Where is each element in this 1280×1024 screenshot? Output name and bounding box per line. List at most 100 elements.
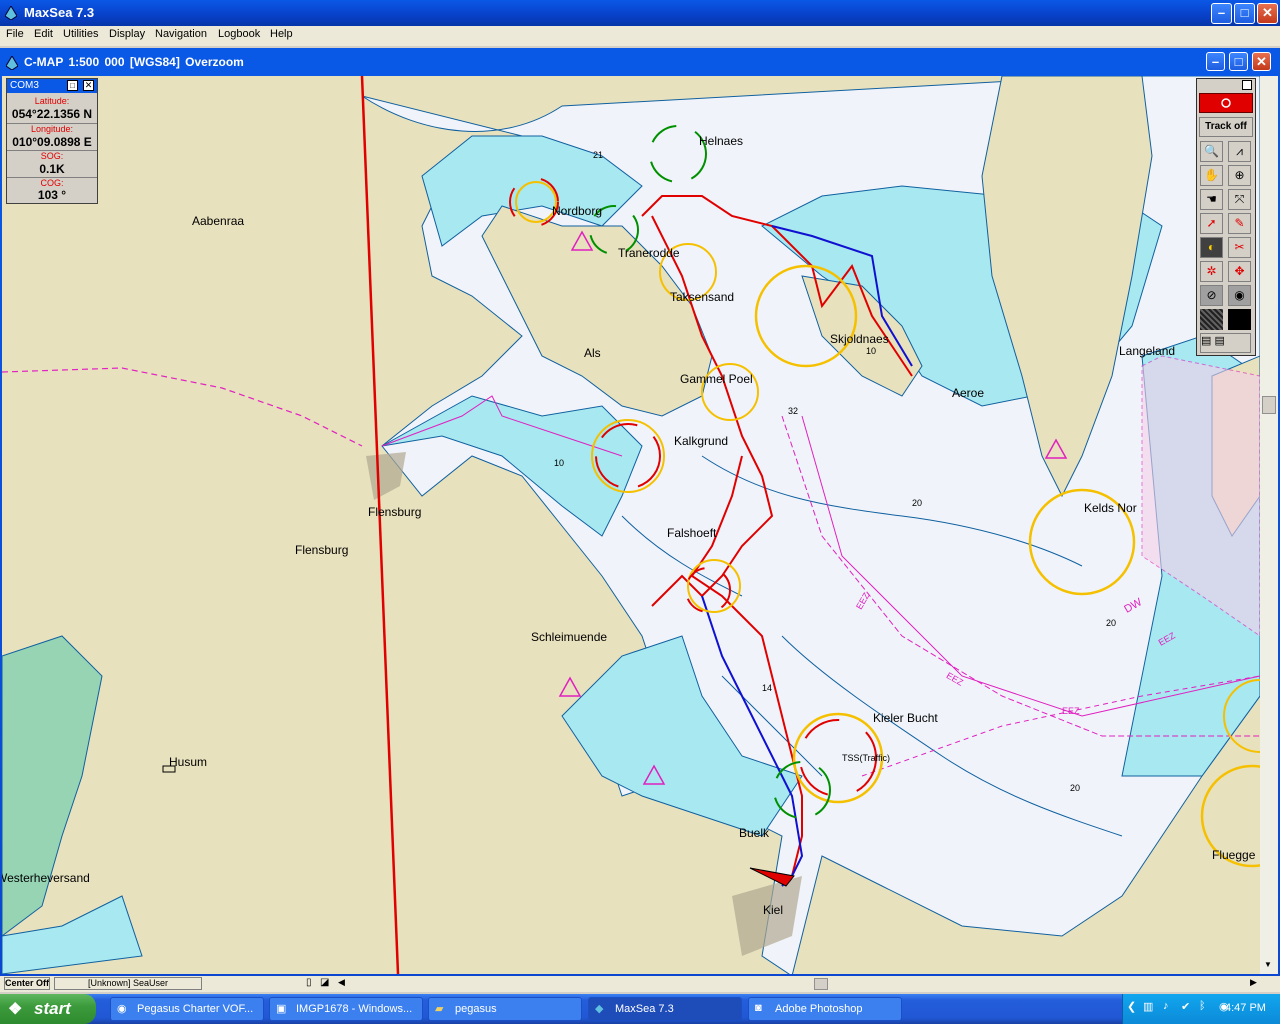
depth-20: 20 [1070,783,1081,793]
windows-logo-icon: ❖ [8,1001,23,1018]
chart-minimize-button[interactable]: – [1206,52,1225,71]
pattern-tool-button[interactable] [1200,309,1223,330]
longitude-label: Longitude: [30,124,74,134]
chart-window-icon [6,56,18,70]
compass-tool-button[interactable]: ⩘ [1228,141,1251,162]
pencil-tool-button[interactable]: ✎ [1228,213,1251,234]
chart-close-button[interactable]: ✕ [1252,52,1271,71]
vertical-scrollbar[interactable]: ▼ [1260,76,1278,974]
label-schleimuende: Schleimuende [531,630,608,644]
depth-14: 14 [762,683,773,693]
vertical-scroll-thumb[interactable] [1262,396,1276,414]
image-viewer-icon: ▣ [276,1003,287,1015]
task-pegasus-folder[interactable]: ▰ pegasus [428,997,582,1021]
gauge-tool-button[interactable]: ⊘ [1200,285,1223,306]
label-aeroe: Aeroe [952,386,985,400]
menu-display[interactable]: Display [109,28,145,40]
databox-restore-button[interactable]: □ [67,80,78,91]
network-icon[interactable]: ▥ [1143,1000,1153,1013]
databox-port: COM3 [10,80,39,91]
grab-hand-icon: ☚ [1206,192,1217,206]
layers-icon: ▤ ▤ [1201,335,1225,347]
chrome-icon: ◉ [117,1003,127,1015]
status-scroll-bar: Center Off [Unknown] SeaUser ▯ ◪ ◀ ▶ [0,976,1280,992]
start-button[interactable]: ❖ start [0,994,96,1024]
label-flensburg-port: Flensburg [368,505,422,519]
menu-help[interactable]: Help [270,28,293,40]
track-toggle-button[interactable]: Track off [1199,117,1253,137]
menu-utilities[interactable]: Utilities [63,28,98,40]
water-northsea [2,635,103,937]
clock[interactable]: 4:47 PM [1225,1002,1266,1014]
toolbar-restore-button[interactable] [1242,80,1252,90]
depth-20-mid: 20 [912,498,923,508]
horizontal-scroll-thumb[interactable] [814,978,828,990]
pencil-icon: ✎ [1234,216,1245,230]
menu-logbook[interactable]: Logbook [218,28,260,40]
center-off-button[interactable]: Center Off [4,977,50,990]
label-falshoeft: Falshoeft [667,526,717,540]
photoshop-icon: ◙ [755,1002,762,1014]
mark-tool-button[interactable]: ✲ [1200,261,1223,282]
label-tranerodde: Tranerodde [618,246,680,260]
depth-20-east: 20 [1106,618,1117,628]
task-label: pegasus [455,1003,497,1015]
databox-close-button[interactable]: ✕ [83,80,94,91]
toolbar-header[interactable] [1197,79,1255,91]
maximize-button[interactable]: □ [1234,3,1255,24]
grab-tool-button[interactable]: ☚ [1200,189,1223,210]
chart-canvas [2,76,1260,974]
layers-button[interactable]: ▤ ▤ [1200,333,1251,353]
scroll-right-arrow-icon[interactable]: ▶ [1250,977,1257,988]
expand-arrows-icon: ⤧ [1234,192,1245,206]
target-tool-button[interactable]: ◉ [1228,285,1251,306]
databox-header[interactable]: COM3 □ ✕ [7,79,97,93]
color-tool-button[interactable] [1228,309,1251,330]
app-titlebar[interactable]: MaxSea 7.3 – □ ✕ [0,0,1280,26]
volume-icon[interactable]: ♪ [1163,1000,1169,1012]
route-tool-button[interactable]: ◐ [1200,237,1223,258]
magnifier-icon: 🔍 [1204,144,1219,158]
nav-data-box[interactable]: COM3 □ ✕ Latitude: 054°22.1356 N Longitu… [6,78,98,204]
label-helnaes: Helnaes [699,134,744,148]
minimize-button[interactable]: – [1211,3,1232,24]
task-label: Pegasus Charter VOF... [137,1003,254,1015]
center-tool-button[interactable]: ⊕ [1228,165,1251,186]
pan-tool-button[interactable]: ✋ [1200,165,1223,186]
mark-icon: ✲ [1206,264,1217,278]
user-status: [Unknown] SeaUser [54,977,202,990]
chart-maximize-button[interactable]: □ [1229,52,1248,71]
hand-icon: ✋ [1204,168,1219,182]
label-kalkgrund: Kalkgrund [674,434,729,448]
fit-tool-button[interactable]: ⤧ [1228,189,1251,210]
task-label: Adobe Photoshop [775,1003,863,1015]
scroll-down-arrow-icon[interactable]: ▼ [1264,960,1272,969]
nautical-chart[interactable]: Aabenraa Helnaes Nordborg Tranerodde Tak… [2,76,1260,974]
app-title: MaxSea 7.3 [24,5,95,20]
record-button[interactable] [1199,93,1253,113]
task-maxsea[interactable]: ◆ MaxSea 7.3 [588,997,742,1021]
scroll-left-arrow-icon[interactable]: ◀ [338,977,345,988]
latitude-label: Latitude: [34,96,70,106]
bluetooth-icon[interactable]: ᛒ [1199,1000,1206,1012]
zoom-tool-button[interactable]: 🔍 [1200,141,1223,162]
select-tool-button[interactable]: ➚ [1200,213,1223,234]
tray-expand-icon[interactable]: ❮ [1127,1000,1136,1013]
menu-file[interactable]: File [6,28,24,40]
menu-edit[interactable]: Edit [34,28,53,40]
page-icon[interactable]: ▯ [306,977,312,988]
crosshair-icon: ⊕ [1234,168,1245,182]
task-pegasus-charter[interactable]: ◉ Pegasus Charter VOF... [110,997,264,1021]
depth-21: 21 [593,150,604,160]
task-imgp1678[interactable]: ▣ IMGP1678 - Windows... [269,997,423,1021]
close-button[interactable]: ✕ [1257,3,1278,24]
menu-navigation[interactable]: Navigation [155,28,207,40]
longitude-value: 010°09.0898 E [12,135,92,149]
label-kiel: Kiel [763,903,784,917]
depth-10-skjold: 10 [866,346,877,356]
security-icon[interactable]: ✔ [1181,1000,1190,1013]
task-photoshop[interactable]: ◙ Adobe Photoshop [748,997,902,1021]
move-tool-button[interactable]: ✥ [1228,261,1251,282]
layout-icon[interactable]: ◪ [320,977,329,988]
cut-tool-button[interactable]: ✂ [1228,237,1251,258]
